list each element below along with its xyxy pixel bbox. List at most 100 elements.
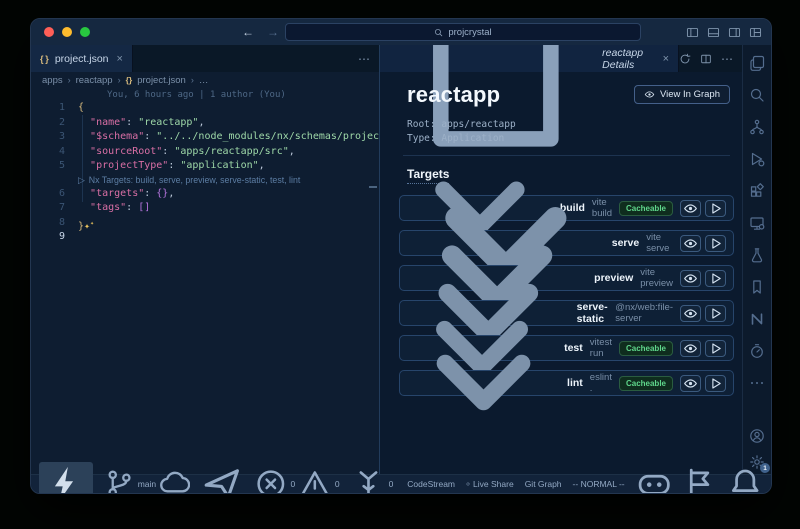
flag-icon bbox=[681, 466, 717, 494]
run-target-button[interactable] bbox=[705, 340, 726, 357]
code-line[interactable]: 4 "sourceRoot": "apps/reactapp/src", bbox=[31, 145, 379, 160]
search-icon bbox=[434, 28, 443, 37]
code-line[interactable]: 7 "tags": [] bbox=[31, 201, 379, 216]
statusbar-copilot[interactable] bbox=[636, 466, 672, 494]
code-editor[interactable]: You, 6 hours ago | 1 author (You) 1{2 "n… bbox=[31, 88, 379, 474]
source-control-icon[interactable] bbox=[749, 119, 765, 135]
breadcrumb-item[interactable]: … bbox=[199, 75, 209, 86]
files-icon[interactable] bbox=[749, 55, 765, 71]
code-line[interactable]: 5 "projectType": "application", bbox=[31, 159, 379, 174]
run-target-button[interactable] bbox=[705, 270, 726, 287]
line-number: 2 bbox=[31, 116, 78, 131]
close-window-button[interactable] bbox=[44, 27, 54, 37]
target-name: lint bbox=[567, 377, 583, 389]
code-line[interactable]: 6 "targets": {}, bbox=[31, 187, 379, 202]
line-number: 3 bbox=[31, 130, 78, 145]
breadcrumb[interactable]: apps›reactapp›{}project.json›… bbox=[31, 72, 379, 88]
traffic-lights bbox=[44, 27, 90, 37]
breadcrumb-separator: › bbox=[118, 75, 121, 85]
layout-icon[interactable] bbox=[749, 26, 762, 39]
view-target-button[interactable] bbox=[680, 340, 701, 357]
tab-label: project.json bbox=[55, 53, 109, 65]
statusbar-vim-mode[interactable]: -- NORMAL -- bbox=[573, 479, 625, 489]
view-target-button[interactable] bbox=[680, 270, 701, 287]
run-debug-icon[interactable] bbox=[749, 151, 765, 167]
git-blame-annotation: You, 6 hours ago | 1 author (You) bbox=[107, 90, 286, 100]
target-row-lint[interactable]: linteslint .Cacheable bbox=[399, 370, 734, 396]
command-center-search[interactable]: projcrystal bbox=[285, 23, 641, 41]
more-actions-icon[interactable]: ⋯ bbox=[358, 52, 370, 66]
line-number: 1 bbox=[31, 101, 78, 116]
line-number: 8 bbox=[31, 216, 78, 231]
zoom-window-button[interactable] bbox=[80, 27, 90, 37]
settings-icon[interactable]: 1 bbox=[749, 454, 765, 470]
search-text: projcrystal bbox=[448, 27, 491, 38]
panel-bottom-icon[interactable] bbox=[707, 26, 720, 39]
run-target-button[interactable] bbox=[705, 200, 726, 217]
run-target-button[interactable] bbox=[705, 305, 726, 322]
bookmarks-icon[interactable] bbox=[749, 279, 765, 295]
tab-label: reactapp Details bbox=[602, 47, 654, 71]
target-name: serve bbox=[612, 237, 639, 249]
close-icon[interactable]: × bbox=[117, 53, 123, 65]
code-line[interactable]: 9 bbox=[31, 230, 379, 245]
target-name: test bbox=[564, 342, 583, 354]
more-icon[interactable] bbox=[749, 375, 765, 391]
run-target-button[interactable] bbox=[705, 235, 726, 252]
view-target-button[interactable] bbox=[680, 375, 701, 392]
view-target-button[interactable] bbox=[680, 305, 701, 322]
forward-arrow-icon[interactable]: → bbox=[267, 25, 279, 39]
panel-right-icon[interactable] bbox=[728, 26, 741, 39]
nx-targets-codelens[interactable]: ▷Nx Targets: build, serve, preview, serv… bbox=[31, 174, 379, 187]
statusbar-codestream[interactable]: CodeStream bbox=[404, 479, 455, 489]
chevron-down-icon[interactable] bbox=[407, 306, 560, 459]
liveshare-icon bbox=[466, 482, 470, 486]
project-root: Root: apps/reactapp bbox=[407, 118, 730, 132]
eye-icon bbox=[644, 89, 655, 100]
statusbar-flag[interactable] bbox=[681, 466, 717, 494]
target-name: serve-static bbox=[577, 301, 609, 325]
breadcrumb-separator: › bbox=[191, 75, 194, 85]
statusbar-notifications[interactable] bbox=[727, 466, 763, 494]
statusbar-live-share[interactable]: Live Share bbox=[466, 479, 514, 489]
minimize-window-button[interactable] bbox=[62, 27, 72, 37]
project-details-panel: reactapp View In Graph Root: apps/reacta… bbox=[380, 72, 742, 474]
timer-icon[interactable] bbox=[749, 343, 765, 359]
remote-explorer-icon[interactable] bbox=[749, 215, 765, 231]
history-nav: ← → bbox=[242, 25, 279, 39]
line-number: 7 bbox=[31, 201, 78, 216]
panel-left-icon[interactable] bbox=[686, 26, 699, 39]
more-actions-icon[interactable]: ⋯ bbox=[721, 52, 733, 66]
view-target-button[interactable] bbox=[680, 235, 701, 252]
code-line[interactable]: 2 "name": "reactapp", bbox=[31, 116, 379, 131]
refresh-icon[interactable] bbox=[679, 53, 691, 65]
tab-strip-right: reactapp Details × ⋯ bbox=[380, 45, 742, 72]
title-bar: ← → projcrystal bbox=[31, 19, 771, 45]
json-icon: { } bbox=[40, 54, 49, 64]
line-number: 6 bbox=[31, 187, 78, 202]
run-target-button[interactable] bbox=[705, 375, 726, 392]
extensions-icon[interactable] bbox=[749, 183, 765, 199]
breadcrumb-item[interactable]: project.json bbox=[137, 75, 186, 86]
account-icon[interactable] bbox=[749, 428, 765, 444]
target-name: preview bbox=[594, 272, 633, 284]
code-line[interactable]: 1{ bbox=[31, 101, 379, 116]
view-in-graph-button[interactable]: View In Graph bbox=[634, 85, 730, 104]
nx-console-icon[interactable] bbox=[749, 311, 765, 327]
activity-bar: 1 bbox=[742, 45, 771, 474]
code-line[interactable]: 8}✦✦ bbox=[31, 216, 379, 231]
tab-reactapp-details[interactable]: reactapp Details × bbox=[380, 45, 679, 72]
breadcrumb-item[interactable]: reactapp bbox=[76, 75, 113, 86]
statusbar-git-graph[interactable]: Git Graph bbox=[525, 479, 562, 489]
breadcrumb-item[interactable]: apps bbox=[42, 75, 63, 86]
testing-icon[interactable] bbox=[749, 247, 765, 263]
cacheable-badge: Cacheable bbox=[619, 341, 673, 356]
close-icon[interactable]: × bbox=[663, 53, 669, 65]
split-editor-icon[interactable] bbox=[700, 53, 712, 65]
editor-group-right: reactapp Details × ⋯ reactapp View bbox=[380, 45, 742, 474]
back-arrow-icon[interactable]: ← bbox=[242, 25, 254, 39]
code-line[interactable]: 3 "$schema": "../../node_modules/nx/sche… bbox=[31, 130, 379, 145]
tab-project-json[interactable]: { } project.json × bbox=[31, 45, 133, 72]
search-icon[interactable] bbox=[749, 87, 765, 103]
view-target-button[interactable] bbox=[680, 200, 701, 217]
